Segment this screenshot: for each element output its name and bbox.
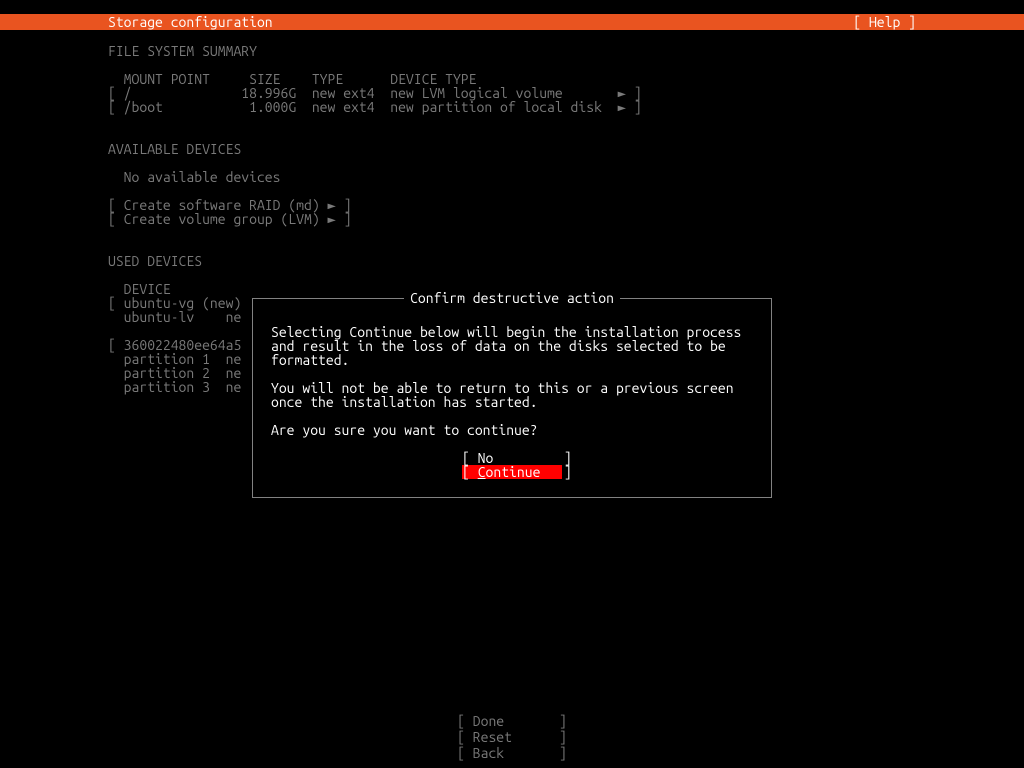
fssummary-row-boot[interactable]: [ /boot 1.000G new ext4 new partition of… [108, 100, 994, 114]
blank-row [108, 156, 994, 170]
blank-row [108, 184, 994, 198]
available-heading: AVAILABLE DEVICES [108, 142, 994, 156]
dialog-para-2: You will not be able to return to this o… [271, 381, 753, 409]
dialog-para-3: Are you sure you want to continue? [271, 423, 753, 437]
create-lvm-button[interactable]: [ Create volume group (LVM) ► ] [108, 212, 994, 226]
reset-button[interactable]: [ Reset ] [457, 730, 567, 746]
blank-row [108, 58, 994, 72]
continue-hotkey: C [478, 464, 486, 480]
section-available-devices: AVAILABLE DEVICES No available devices [… [108, 142, 994, 226]
header-bar: Storage configuration [ Help ] [0, 14, 1024, 30]
back-button[interactable]: [ Back ] [457, 746, 567, 762]
section-filesystem-summary: FILE SYSTEM SUMMARY MOUNT POINT SIZE TYP… [108, 44, 994, 114]
done-button[interactable]: [ Done ] [457, 714, 567, 730]
blank-row [108, 240, 994, 254]
blank-row [108, 128, 994, 142]
continue-pre: [ [462, 464, 478, 480]
dialog-title: Confirm destructive action [253, 291, 771, 305]
fssummary-heading: FILE SYSTEM SUMMARY [108, 44, 994, 58]
dialog-no-button[interactable]: [ No ] [462, 451, 562, 465]
confirm-dialog: Confirm destructive action Selecting Con… [252, 298, 772, 498]
blank-row [108, 268, 994, 282]
dialog-continue-button[interactable]: [ Continue ] [462, 465, 562, 479]
fssummary-row-root[interactable]: [ / 18.996G new ext4 new LVM logical vol… [108, 86, 994, 100]
help-button[interactable]: [ Help ] [853, 15, 916, 29]
available-none: No available devices [108, 170, 994, 184]
fssummary-columns: MOUNT POINT SIZE TYPE DEVICE TYPE [108, 72, 994, 86]
used-heading: USED DEVICES [108, 254, 994, 268]
dialog-actions: [ No ] [ Continue ] [271, 451, 753, 479]
create-raid-button[interactable]: [ Create software RAID (md) ► ] [108, 198, 994, 212]
footer-buttons: [ Done ] [ Reset ] [ Back ] [0, 714, 1024, 762]
dialog-para-1: Selecting Continue below will begin the … [271, 325, 753, 367]
page-title: Storage configuration [108, 15, 273, 29]
continue-rest: ontinue ] [486, 464, 572, 480]
dialog-title-text: Confirm destructive action [404, 290, 620, 306]
